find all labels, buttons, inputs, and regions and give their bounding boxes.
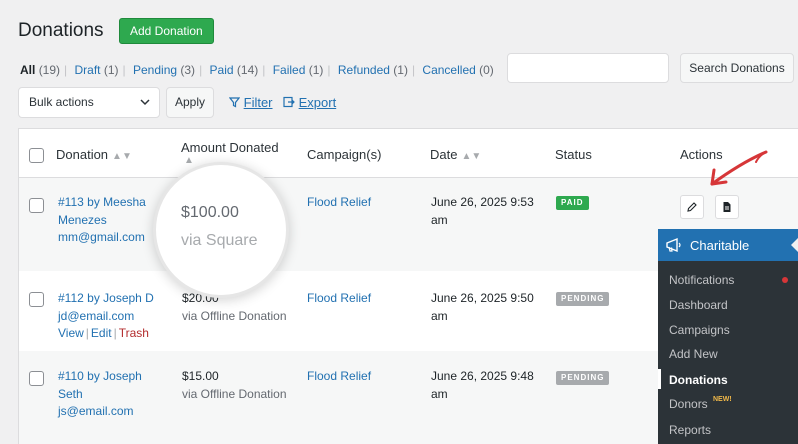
filter-refunded[interactable]: Refunded (1)	[338, 63, 408, 77]
export-link[interactable]: Export	[283, 95, 336, 110]
donation-link-cont[interactable]: Seth	[58, 387, 83, 401]
sort-arrows-icon: ▲▼	[461, 151, 482, 162]
megaphone-icon	[665, 237, 683, 256]
apply-button[interactable]: Apply	[166, 87, 214, 118]
charitable-menu: Charitable Notifications Dashboard Campa…	[658, 229, 798, 444]
amount-cell: $15.00 via Offline Donation	[182, 369, 287, 401]
donor-email[interactable]: jd@email.com	[58, 309, 134, 323]
date-cell: June 26, 2025 9:50 am	[431, 291, 534, 323]
search-input[interactable]	[507, 53, 669, 83]
table-header: Donation ▲▼ Amount Donated ▲ Campaign(s) D…	[19, 129, 798, 178]
menu-header[interactable]: Charitable	[658, 229, 798, 261]
add-donation-button[interactable]: Add Donation	[119, 18, 214, 44]
column-campaign: Campaign(s)	[307, 147, 382, 162]
menu-item-donors[interactable]: Donors	[669, 397, 708, 411]
donation-cell: #112 by Joseph D jd@email.com View | Edit |…	[58, 290, 154, 343]
filter-link[interactable]: Filter	[228, 95, 273, 110]
trash-link[interactable]: Trash	[119, 326, 149, 340]
export-icon	[283, 95, 295, 110]
document-icon	[716, 202, 738, 221]
column-donation[interactable]: Donation ▲▼	[56, 147, 132, 162]
donation-link-cont[interactable]: Menezes	[58, 213, 107, 227]
donor-email[interactable]: mm@gmail.com	[58, 230, 145, 244]
menu-item-donations[interactable]: Donations	[669, 373, 728, 387]
donation-cell: #110 by Joseph Seth js@email.com	[58, 368, 142, 421]
column-date[interactable]: Date ▲▼	[430, 147, 481, 162]
menu-item-add-new[interactable]: Add New	[669, 347, 718, 361]
search-donations-button[interactable]: Search Donations	[680, 53, 794, 83]
row-checkbox[interactable]	[29, 292, 44, 307]
date-cell: June 26, 2025 9:53 am	[431, 195, 534, 227]
amount-magnifier: $100.00 via Square	[153, 162, 289, 298]
annotation-arrow-icon	[700, 146, 772, 199]
status-filters: All (19) | Draft (1) | Pending (3) | Paid (…	[20, 63, 494, 77]
filter-draft[interactable]: Draft (1)	[75, 63, 119, 77]
donation-link[interactable]: #113 by Meesha	[58, 195, 146, 209]
donation-link[interactable]: #112 by Joseph D	[58, 291, 154, 305]
row-actions: View | Edit | Trash	[58, 326, 149, 340]
date-cell: June 26, 2025 9:48 am	[431, 369, 534, 401]
donor-email[interactable]: js@email.com	[58, 404, 134, 418]
page-title: Donations	[18, 20, 104, 41]
donation-cell: #113 by Meesha Menezes mm@gmail.com	[58, 194, 146, 247]
menu-item-campaigns[interactable]: Campaigns	[669, 323, 730, 337]
new-badge: NEW!	[713, 396, 732, 403]
campaign-link[interactable]: Flood Relief	[307, 369, 371, 383]
bulk-actions-select[interactable]: Bulk actions	[18, 87, 160, 118]
campaign-link[interactable]: Flood Relief	[307, 195, 371, 209]
sort-arrows-icon: ▲▼	[112, 151, 132, 162]
filter-pending[interactable]: Pending (3)	[133, 63, 195, 77]
magnified-amount: $100.00	[181, 204, 239, 221]
pencil-icon	[681, 202, 703, 221]
menu-item-dashboard[interactable]: Dashboard	[669, 298, 728, 312]
menu-pointer	[791, 238, 798, 252]
menu-item-reports[interactable]: Reports	[669, 423, 711, 437]
menu-item-notifications[interactable]: Notifications	[669, 273, 734, 287]
filter-failed[interactable]: Failed (1)	[273, 63, 324, 77]
row-checkbox[interactable]	[29, 198, 44, 213]
row-checkbox[interactable]	[29, 371, 44, 386]
bulk-actions-value: Bulk actions	[29, 95, 94, 109]
filter-cancelled[interactable]: Cancelled (0)	[422, 63, 493, 77]
magnified-gateway: via Square	[181, 232, 258, 249]
select-all-checkbox[interactable]	[29, 148, 44, 163]
status-badge: PENDING	[556, 371, 610, 385]
menu-title: Charitable	[690, 238, 750, 253]
donation-link[interactable]: #110 by Joseph	[58, 369, 142, 383]
notification-dot	[782, 277, 788, 283]
status-badge: PENDING	[556, 292, 610, 306]
current-indicator	[658, 369, 661, 389]
column-status: Status	[555, 147, 592, 162]
campaign-link[interactable]: Flood Relief	[307, 291, 371, 305]
view-link[interactable]: View	[58, 326, 84, 340]
filter-paid[interactable]: Paid (14)	[210, 63, 259, 77]
filter-all[interactable]: All (19)	[20, 63, 60, 77]
edit-link[interactable]: Edit	[91, 326, 112, 340]
funnel-icon	[228, 95, 241, 110]
chevron-down-icon	[139, 88, 151, 128]
status-badge: PAID	[556, 196, 589, 210]
